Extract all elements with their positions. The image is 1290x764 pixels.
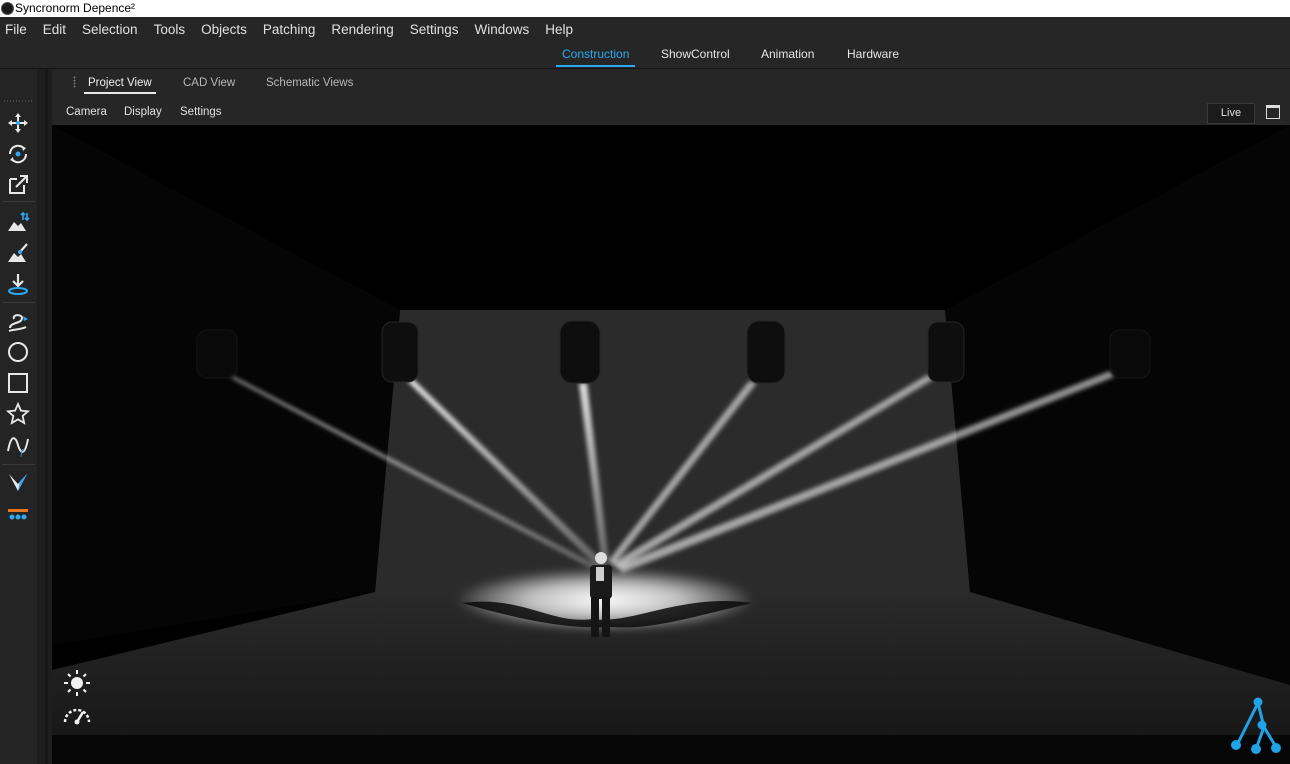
menu-rendering[interactable]: Rendering	[326, 22, 403, 37]
toolbar-divider	[2, 464, 35, 465]
toolbar-divider	[2, 201, 35, 202]
tab-showcontrol[interactable]: ShowControl	[655, 47, 736, 65]
fixture-2	[381, 321, 419, 383]
menu-objects[interactable]: Objects	[196, 22, 257, 37]
menu-file[interactable]: File	[0, 22, 37, 37]
menu-windows[interactable]: Windows	[470, 22, 540, 37]
rectangle-icon[interactable]	[4, 370, 32, 396]
maximize-icon[interactable]	[1266, 105, 1280, 119]
performance-gauge-icon[interactable]	[62, 700, 92, 730]
floor-edge	[52, 735, 1290, 764]
left-toolbar: f	[0, 69, 37, 764]
live-button[interactable]: Live	[1207, 103, 1255, 124]
tab-animation[interactable]: Animation	[755, 47, 820, 65]
star-icon[interactable]	[4, 401, 32, 427]
tab-hardware[interactable]: Hardware	[841, 47, 905, 65]
drop-to-floor-icon[interactable]	[4, 271, 32, 297]
tab-schematic-views[interactable]: Schematic Views	[262, 77, 357, 92]
truss-icon[interactable]	[4, 501, 32, 527]
menu-patching[interactable]: Patching	[258, 22, 326, 37]
panel-splitter[interactable]	[45, 69, 48, 764]
tab-grip[interactable]	[73, 76, 76, 88]
fixture-3	[559, 320, 601, 384]
fixture-5	[927, 321, 965, 383]
menu-help[interactable]: Help	[540, 22, 583, 37]
terrain-height-icon[interactable]	[4, 209, 32, 235]
logo-icon	[1226, 693, 1282, 757]
tab-cad-view[interactable]: CAD View	[179, 77, 239, 92]
menu-tools[interactable]: Tools	[149, 22, 196, 37]
window-title: Syncronorm Depence²	[15, 1, 136, 15]
settings-menu[interactable]: Settings	[180, 106, 222, 118]
terrain-paint-icon[interactable]	[4, 240, 32, 266]
v-shape-icon[interactable]	[4, 469, 32, 495]
fixture-6	[1109, 329, 1151, 379]
title-bar: Syncronorm Depence²	[0, 0, 1290, 17]
camera-menu[interactable]: Camera	[66, 106, 107, 118]
toolbar-divider	[2, 302, 35, 303]
display-menu[interactable]: Display	[124, 106, 162, 118]
viewport-3d[interactable]	[52, 125, 1290, 764]
fixture-4	[746, 320, 786, 384]
tab-construction[interactable]: Construction	[556, 47, 636, 67]
circle-icon[interactable]	[4, 339, 32, 365]
left-wing	[52, 125, 400, 645]
mode-tab-bar: Construction ShowControl Animation Hardw…	[0, 42, 1290, 69]
app-logo-icon	[1, 2, 14, 15]
toolbar-grip[interactable]	[3, 100, 33, 102]
menu-selection[interactable]: Selection	[77, 22, 148, 37]
fixture-1	[196, 329, 238, 379]
scale-icon[interactable]	[4, 172, 32, 198]
stage-scene	[52, 125, 1290, 764]
tab-project-view[interactable]: Project View	[84, 77, 156, 94]
rotate-icon[interactable]	[4, 141, 32, 167]
menu-settings[interactable]: Settings	[405, 22, 469, 37]
menu-edit[interactable]: Edit	[38, 22, 76, 37]
light-icon[interactable]	[62, 668, 92, 698]
function-curve-icon[interactable]: f	[4, 432, 32, 458]
menu-bar: File Edit Selection Tools Objects Patchi…	[0, 17, 1290, 42]
spline-icon[interactable]	[4, 309, 32, 335]
move-icon[interactable]	[4, 110, 32, 136]
view-toolbar: Camera Display Settings Live	[52, 97, 1290, 125]
view-tab-bar: Project View CAD View Schematic Views	[52, 69, 1290, 97]
